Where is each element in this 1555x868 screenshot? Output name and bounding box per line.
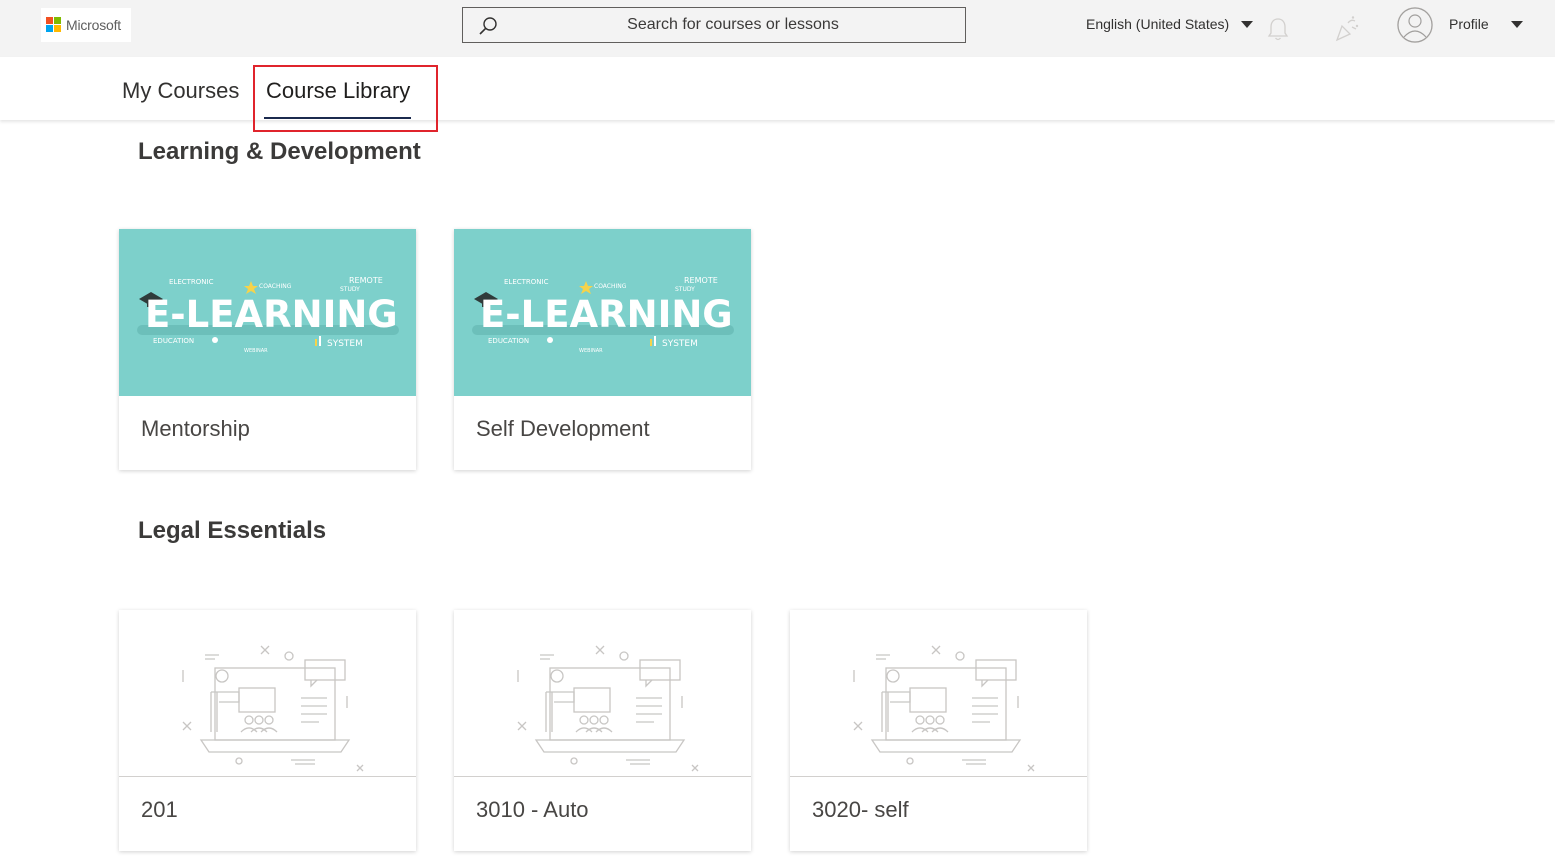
banner-word: SYSTEM xyxy=(662,339,698,349)
banner-word: STUDY xyxy=(675,286,695,293)
banner-word: STUDY xyxy=(340,286,360,293)
banner-word: EDUCATION xyxy=(488,337,529,345)
banner-word: SYSTEM xyxy=(327,339,363,349)
course-title: 201 xyxy=(141,797,178,822)
banner-word: REMOTE xyxy=(684,276,718,285)
course-card[interactable]: 3020- self xyxy=(790,610,1087,851)
course-title: Self Development xyxy=(476,416,650,441)
avatar[interactable] xyxy=(1397,7,1433,43)
course-placeholder-image xyxy=(790,610,1087,777)
course-title: 3010 - Auto xyxy=(476,797,589,822)
language-label: English (United States) xyxy=(1086,16,1230,32)
course-card[interactable]: 201 xyxy=(119,610,416,851)
banner-word: ELECTRONIC xyxy=(169,278,214,286)
banner-word: WEBINAR xyxy=(244,348,268,354)
language-selector[interactable]: English (United States) xyxy=(1086,16,1254,32)
microsoft-logo[interactable]: Microsoft xyxy=(41,8,131,42)
course-title: Mentorship xyxy=(141,416,250,441)
banner-word: REMOTE xyxy=(349,276,383,285)
e-learning-banner-image: ELECTRONIC COACHING REMOTE STUDY E-LEARN… xyxy=(454,229,751,396)
banner-title: E-LEARNING xyxy=(480,293,733,336)
section-title: Learning & Development xyxy=(138,138,421,165)
profile-label: Profile xyxy=(1449,16,1489,32)
microsoft-logo-icon xyxy=(46,17,62,33)
banner-word: WEBINAR xyxy=(579,348,603,354)
search-icon xyxy=(479,17,497,35)
section-title: Legal Essentials xyxy=(138,517,327,544)
tab-my-courses[interactable]: My Courses xyxy=(122,78,239,104)
user-icon xyxy=(1397,7,1433,43)
course-placeholder-image xyxy=(454,610,751,777)
banner-word: COACHING xyxy=(594,283,627,290)
banner-title: E-LEARNING xyxy=(145,293,398,336)
profile-menu[interactable]: Profile xyxy=(1449,16,1523,32)
search-input[interactable] xyxy=(503,8,963,42)
chevron-down-icon xyxy=(1241,20,1254,28)
banner-word: EDUCATION xyxy=(153,337,194,345)
chevron-down-icon xyxy=(1510,20,1523,28)
logo-text: Microsoft xyxy=(66,17,121,33)
search-box[interactable] xyxy=(462,7,966,43)
highlight-box xyxy=(253,65,438,132)
banner-word: ELECTRONIC xyxy=(504,278,549,286)
celebrate-icon[interactable] xyxy=(1334,15,1360,43)
banner-word: COACHING xyxy=(259,283,292,290)
top-bar: Microsoft English (United States) Profil… xyxy=(0,0,1555,57)
course-card[interactable]: ELECTRONIC COACHING REMOTE STUDY E-LEARN… xyxy=(119,229,416,470)
course-placeholder-image xyxy=(119,610,416,777)
course-card[interactable]: 3010 - Auto xyxy=(454,610,751,851)
course-card[interactable]: ELECTRONIC COACHING REMOTE STUDY E-LEARN… xyxy=(454,229,751,470)
e-learning-banner-image: ELECTRONIC COACHING REMOTE STUDY E-LEARN… xyxy=(119,229,416,396)
tab-bar: My Courses Course Library xyxy=(0,57,1555,120)
course-title: 3020- self xyxy=(812,797,909,822)
bell-icon[interactable] xyxy=(1266,16,1290,42)
